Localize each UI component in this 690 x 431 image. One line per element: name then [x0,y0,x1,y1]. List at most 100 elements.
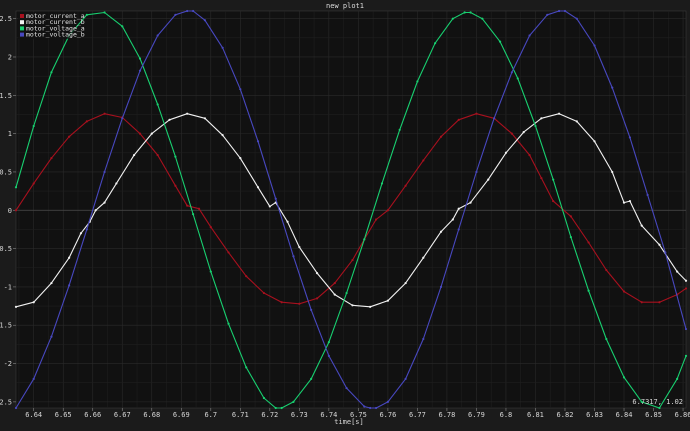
data-point [203,19,206,22]
data-point [439,285,443,289]
y-tick-label: 2 [8,53,12,61]
x-tick-label: 6.84 [616,411,633,419]
data-point [684,287,688,290]
data-point [605,268,608,272]
x-tick-label: 6.67 [114,411,131,419]
data-point [315,272,319,275]
data-point [374,218,378,221]
data-point [14,209,18,212]
data-point [156,103,159,106]
data-point [404,377,407,380]
x-tick-label: 6.64 [25,411,42,419]
data-point [203,117,206,120]
plot-window: new plot1 6.64 6.65 6.66 6.67 6.68 6.69 6.7 6.7… [0,0,690,431]
data-point [398,128,401,131]
data-point [50,281,53,285]
data-point [298,302,301,305]
data-point [197,207,201,210]
data-point [493,117,496,120]
data-point [475,170,478,174]
data-point [380,182,384,185]
data-point [516,77,519,80]
data-point [363,238,366,241]
data-point [622,201,626,204]
data-point [50,157,53,160]
legend-swatch[interactable] [20,20,24,25]
data-point [79,232,83,235]
data-point [469,201,472,204]
data-point [622,376,626,379]
data-point [605,337,608,341]
data-point [327,354,330,357]
data-point [310,308,313,311]
y-tick-label: 0 [8,207,12,215]
data-point [546,13,549,16]
data-point [345,386,348,390]
data-point [684,327,688,331]
data-point [386,400,389,403]
data-point [121,117,124,120]
legend-entry[interactable]: motor_voltage_b [26,31,85,39]
data-point [374,406,378,410]
data-point [345,291,348,295]
data-point [191,212,195,216]
legend[interactable]: motor_current_amotor_current_bmotor_volt… [18,12,85,39]
data-point [569,235,572,239]
data-point [50,71,53,74]
line-chart[interactable]: 6.64 6.65 6.66 6.67 6.68 6.69 6.7 6.71 6.72 6.73 6… [0,0,690,431]
data-point [333,293,336,296]
data-point [262,396,266,400]
data-point [552,178,555,181]
data-point [274,197,277,200]
data-point [174,184,177,187]
data-point [14,186,18,189]
data-point [557,9,561,13]
legend-swatch[interactable] [20,14,24,18]
x-tick-label: 6.82 [557,411,574,419]
data-point [658,301,661,304]
data-point [386,299,389,302]
data-point [522,130,525,134]
data-point [94,209,97,212]
data-point [103,112,106,115]
legend-swatch[interactable] [20,26,24,31]
data-point [487,178,490,181]
legend-swatch[interactable] [20,32,24,37]
data-point [534,124,537,128]
data-point [658,406,661,410]
y-tick-label: 2.5 [0,15,12,23]
data-point [575,120,578,123]
data-point [363,405,366,408]
data-point [528,153,531,157]
data-point [103,11,106,14]
data-point [286,220,289,223]
data-point [457,207,460,210]
data-point [469,11,472,14]
x-tick-label: 6.83 [586,411,603,419]
data-point [156,153,159,157]
y-tick-label: -1 [4,283,12,291]
data-point [138,69,142,72]
data-point [32,377,35,380]
data-point [209,226,212,229]
plot-area[interactable] [15,10,687,409]
x-tick-label: 6.81 [527,411,544,419]
x-tick-label: 6.76 [379,411,396,419]
data-point [510,71,513,74]
data-point [587,241,590,244]
y-tick-label: -2 [4,360,12,368]
x-tick-label: 6.73 [291,411,308,419]
data-point [239,157,242,160]
x-tick-label: 6.77 [409,411,426,419]
data-point [174,155,177,158]
y-tick-label: 1 [8,130,12,138]
data-point [262,291,266,295]
data-point [369,305,372,308]
data-point [132,153,136,157]
data-point [463,11,466,14]
data-point [227,322,230,325]
data-point [50,335,53,338]
data-point [32,182,35,185]
data-point [404,281,407,285]
data-point [684,354,688,357]
